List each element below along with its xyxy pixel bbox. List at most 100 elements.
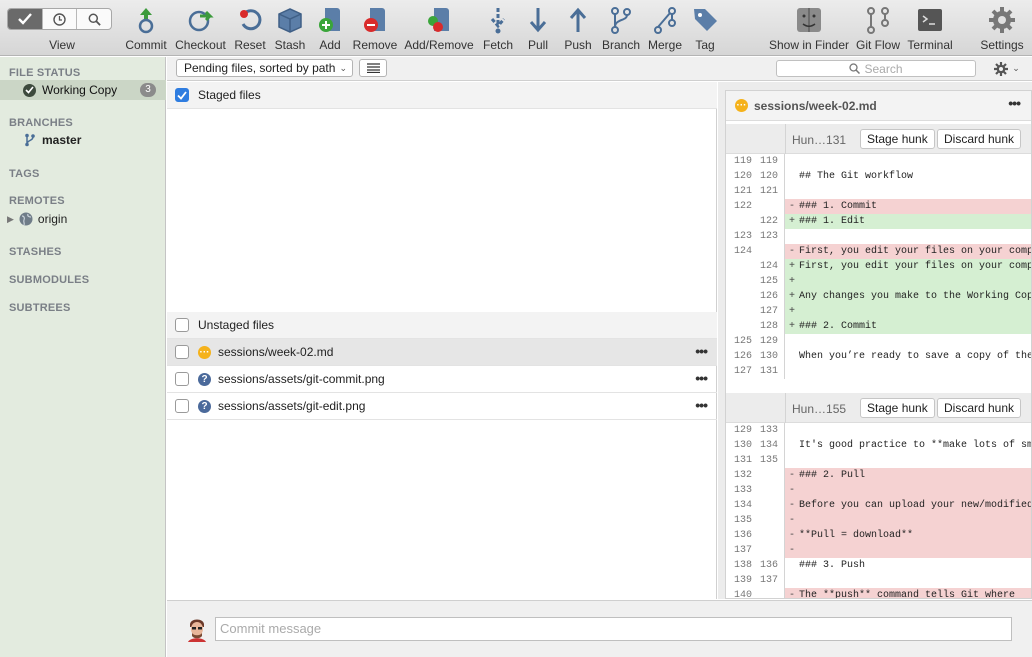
file-checkbox[interactable]: [175, 399, 189, 413]
diff-line[interactable]: 122 - ### 1. Commit: [726, 199, 1031, 214]
diff-line[interactable]: 132 - ### 2. Pull: [726, 468, 1031, 483]
commit-bar: Commit message: [167, 600, 1032, 657]
old-line-number: 126: [733, 351, 752, 362]
origin-remote-label: origin: [37, 212, 68, 226]
commit-message-input[interactable]: Commit message: [215, 617, 1012, 641]
fetch-button[interactable]: Fetch: [481, 5, 515, 53]
diff-line[interactable]: 126 130 When you’re ready to save a copy o…: [726, 349, 1031, 364]
submodules-heading[interactable]: SUBMODULES: [9, 274, 89, 286]
staged-files-checkbox[interactable]: [175, 88, 189, 102]
tag-button[interactable]: Tag: [690, 5, 720, 53]
diff-line[interactable]: 125 +: [726, 274, 1031, 289]
terminal-button[interactable]: Terminal: [906, 5, 954, 53]
commit-button[interactable]: Commit: [124, 5, 168, 53]
diff-line[interactable]: 123 123: [726, 229, 1031, 244]
view-segmented-control: [7, 8, 112, 30]
search-field[interactable]: Search: [776, 60, 976, 77]
stashes-heading[interactable]: STASHES: [9, 246, 62, 258]
diff-line-text: -: [785, 543, 1031, 558]
settings-button[interactable]: Settings: [978, 5, 1026, 53]
log-view-button[interactable]: [43, 9, 78, 29]
file-checkbox[interactable]: [175, 372, 189, 386]
file-row[interactable]: ? sessions/assets/git-edit.png •••: [167, 393, 717, 420]
clock-icon: [53, 12, 66, 26]
merge-button[interactable]: Merge: [646, 5, 684, 53]
file-sort-dropdown[interactable]: Pending files, sorted by path ⌄: [176, 59, 353, 77]
more-actions-icon[interactable]: •••: [1008, 96, 1021, 110]
diff-line[interactable]: 127 +: [726, 304, 1031, 319]
file-status-heading[interactable]: FILE STATUS: [9, 67, 80, 79]
git-flow-button[interactable]: Git Flow: [855, 5, 901, 53]
add-remove-button[interactable]: Add/Remove: [404, 5, 474, 53]
old-line-number: 130: [733, 440, 752, 451]
push-button[interactable]: Push: [562, 5, 594, 53]
diff-line[interactable]: 120 120 ## The Git workflow: [726, 169, 1031, 184]
file-checkbox[interactable]: [175, 345, 189, 359]
diff-line[interactable]: 134 - Before you can upload your new/modif…: [726, 498, 1031, 513]
file-row[interactable]: ? sessions/assets/git-commit.png •••: [167, 366, 717, 393]
stash-button[interactable]: Stash: [272, 5, 308, 53]
old-line-number: 131: [733, 455, 752, 466]
add-remove-button-label: Add/Remove: [404, 38, 474, 52]
diff-line[interactable]: 127 131: [726, 364, 1031, 379]
diff-line[interactable]: 131 135: [726, 453, 1031, 468]
subtrees-heading[interactable]: SUBTREES: [9, 302, 71, 314]
branches-heading[interactable]: BRANCHES: [9, 117, 73, 129]
pull-button[interactable]: Pull: [523, 5, 553, 53]
more-actions-icon[interactable]: •••: [695, 344, 708, 358]
file-list-pane: Staged files Unstaged files ··· sessions…: [167, 82, 717, 599]
sidebar-item-working-copy[interactable]: Working Copy 3: [0, 80, 166, 100]
diff-line[interactable]: 130 134 It's good practice to **make lots …: [726, 438, 1031, 453]
file-status-view-button[interactable]: [8, 9, 43, 29]
push-arrow-icon: [569, 7, 587, 32]
diff-line[interactable]: 129 133: [726, 423, 1031, 438]
diff-line[interactable]: 137 -: [726, 543, 1031, 558]
diff-line[interactable]: 133 -: [726, 483, 1031, 498]
tags-heading[interactable]: TAGS: [9, 168, 40, 180]
checkout-button[interactable]: Checkout: [174, 5, 227, 53]
old-line-number: 139: [733, 575, 752, 586]
search-view-button[interactable]: [77, 9, 111, 29]
diff-line[interactable]: 126 + Any changes you make to the Working …: [726, 289, 1031, 304]
diff-line[interactable]: 138 136 ### 3. Push: [726, 558, 1031, 573]
remove-button[interactable]: Remove: [352, 5, 398, 53]
diff-line[interactable]: 124 - First, you edit your files on your c…: [726, 244, 1031, 259]
show-in-finder-button[interactable]: Show in Finder: [767, 5, 851, 53]
unstaged-files-checkbox[interactable]: [175, 318, 189, 332]
disclosure-triangle-icon[interactable]: ▶: [7, 214, 14, 225]
diff-line[interactable]: 128 + ### 2. Commit: [726, 319, 1031, 334]
diff-line[interactable]: 140 - The **push** command tells Git where: [726, 588, 1031, 598]
hunk-header: Hun…131 Stage hunk Discard hunk: [726, 124, 1031, 154]
diff-line-text: [785, 364, 1031, 379]
reset-button[interactable]: Reset: [232, 5, 268, 53]
diff-line[interactable]: 122 + ### 1. Edit: [726, 214, 1031, 229]
diff-line[interactable]: 139 137: [726, 573, 1031, 588]
diff-line[interactable]: 121 121: [726, 184, 1031, 199]
more-actions-icon[interactable]: •••: [695, 371, 708, 385]
sidebar-item-master[interactable]: master: [24, 133, 81, 147]
diff-line[interactable]: 125 129: [726, 334, 1031, 349]
stage-hunk-button[interactable]: Stage hunk: [860, 129, 935, 149]
options-menu-button[interactable]: ⌄: [989, 59, 1025, 78]
branch-button[interactable]: Branch: [600, 5, 642, 53]
list-view-toggle-button[interactable]: [359, 59, 387, 77]
file-row[interactable]: ··· sessions/week-02.md •••: [167, 339, 717, 366]
diff-line[interactable]: 136 - **Pull = download**: [726, 528, 1031, 543]
discard-hunk-button[interactable]: Discard hunk: [937, 398, 1022, 418]
new-line-number: 123: [759, 231, 778, 242]
more-actions-icon[interactable]: •••: [695, 398, 708, 412]
add-button[interactable]: Add: [314, 5, 346, 53]
new-line-number: 137: [759, 575, 778, 586]
diff-line[interactable]: 119 119: [726, 154, 1031, 169]
sidebar-item-origin[interactable]: ▶ origin: [7, 212, 67, 226]
new-line-number: 121: [759, 186, 778, 197]
stage-hunk-button[interactable]: Stage hunk: [860, 398, 935, 418]
diff-line[interactable]: 124 + First, you edit your files on your c…: [726, 259, 1031, 274]
settings-button-label: Settings: [980, 38, 1024, 52]
discard-hunk-button[interactable]: Discard hunk: [937, 129, 1022, 149]
unstaged-files-label: Unstaged files: [198, 318, 275, 332]
remotes-heading[interactable]: REMOTES: [9, 195, 65, 207]
fetch-icon: [490, 8, 506, 34]
diff-line[interactable]: 135 -: [726, 513, 1031, 528]
diff-line-text: + Any changes you make to the Working Cop…: [785, 289, 1031, 304]
